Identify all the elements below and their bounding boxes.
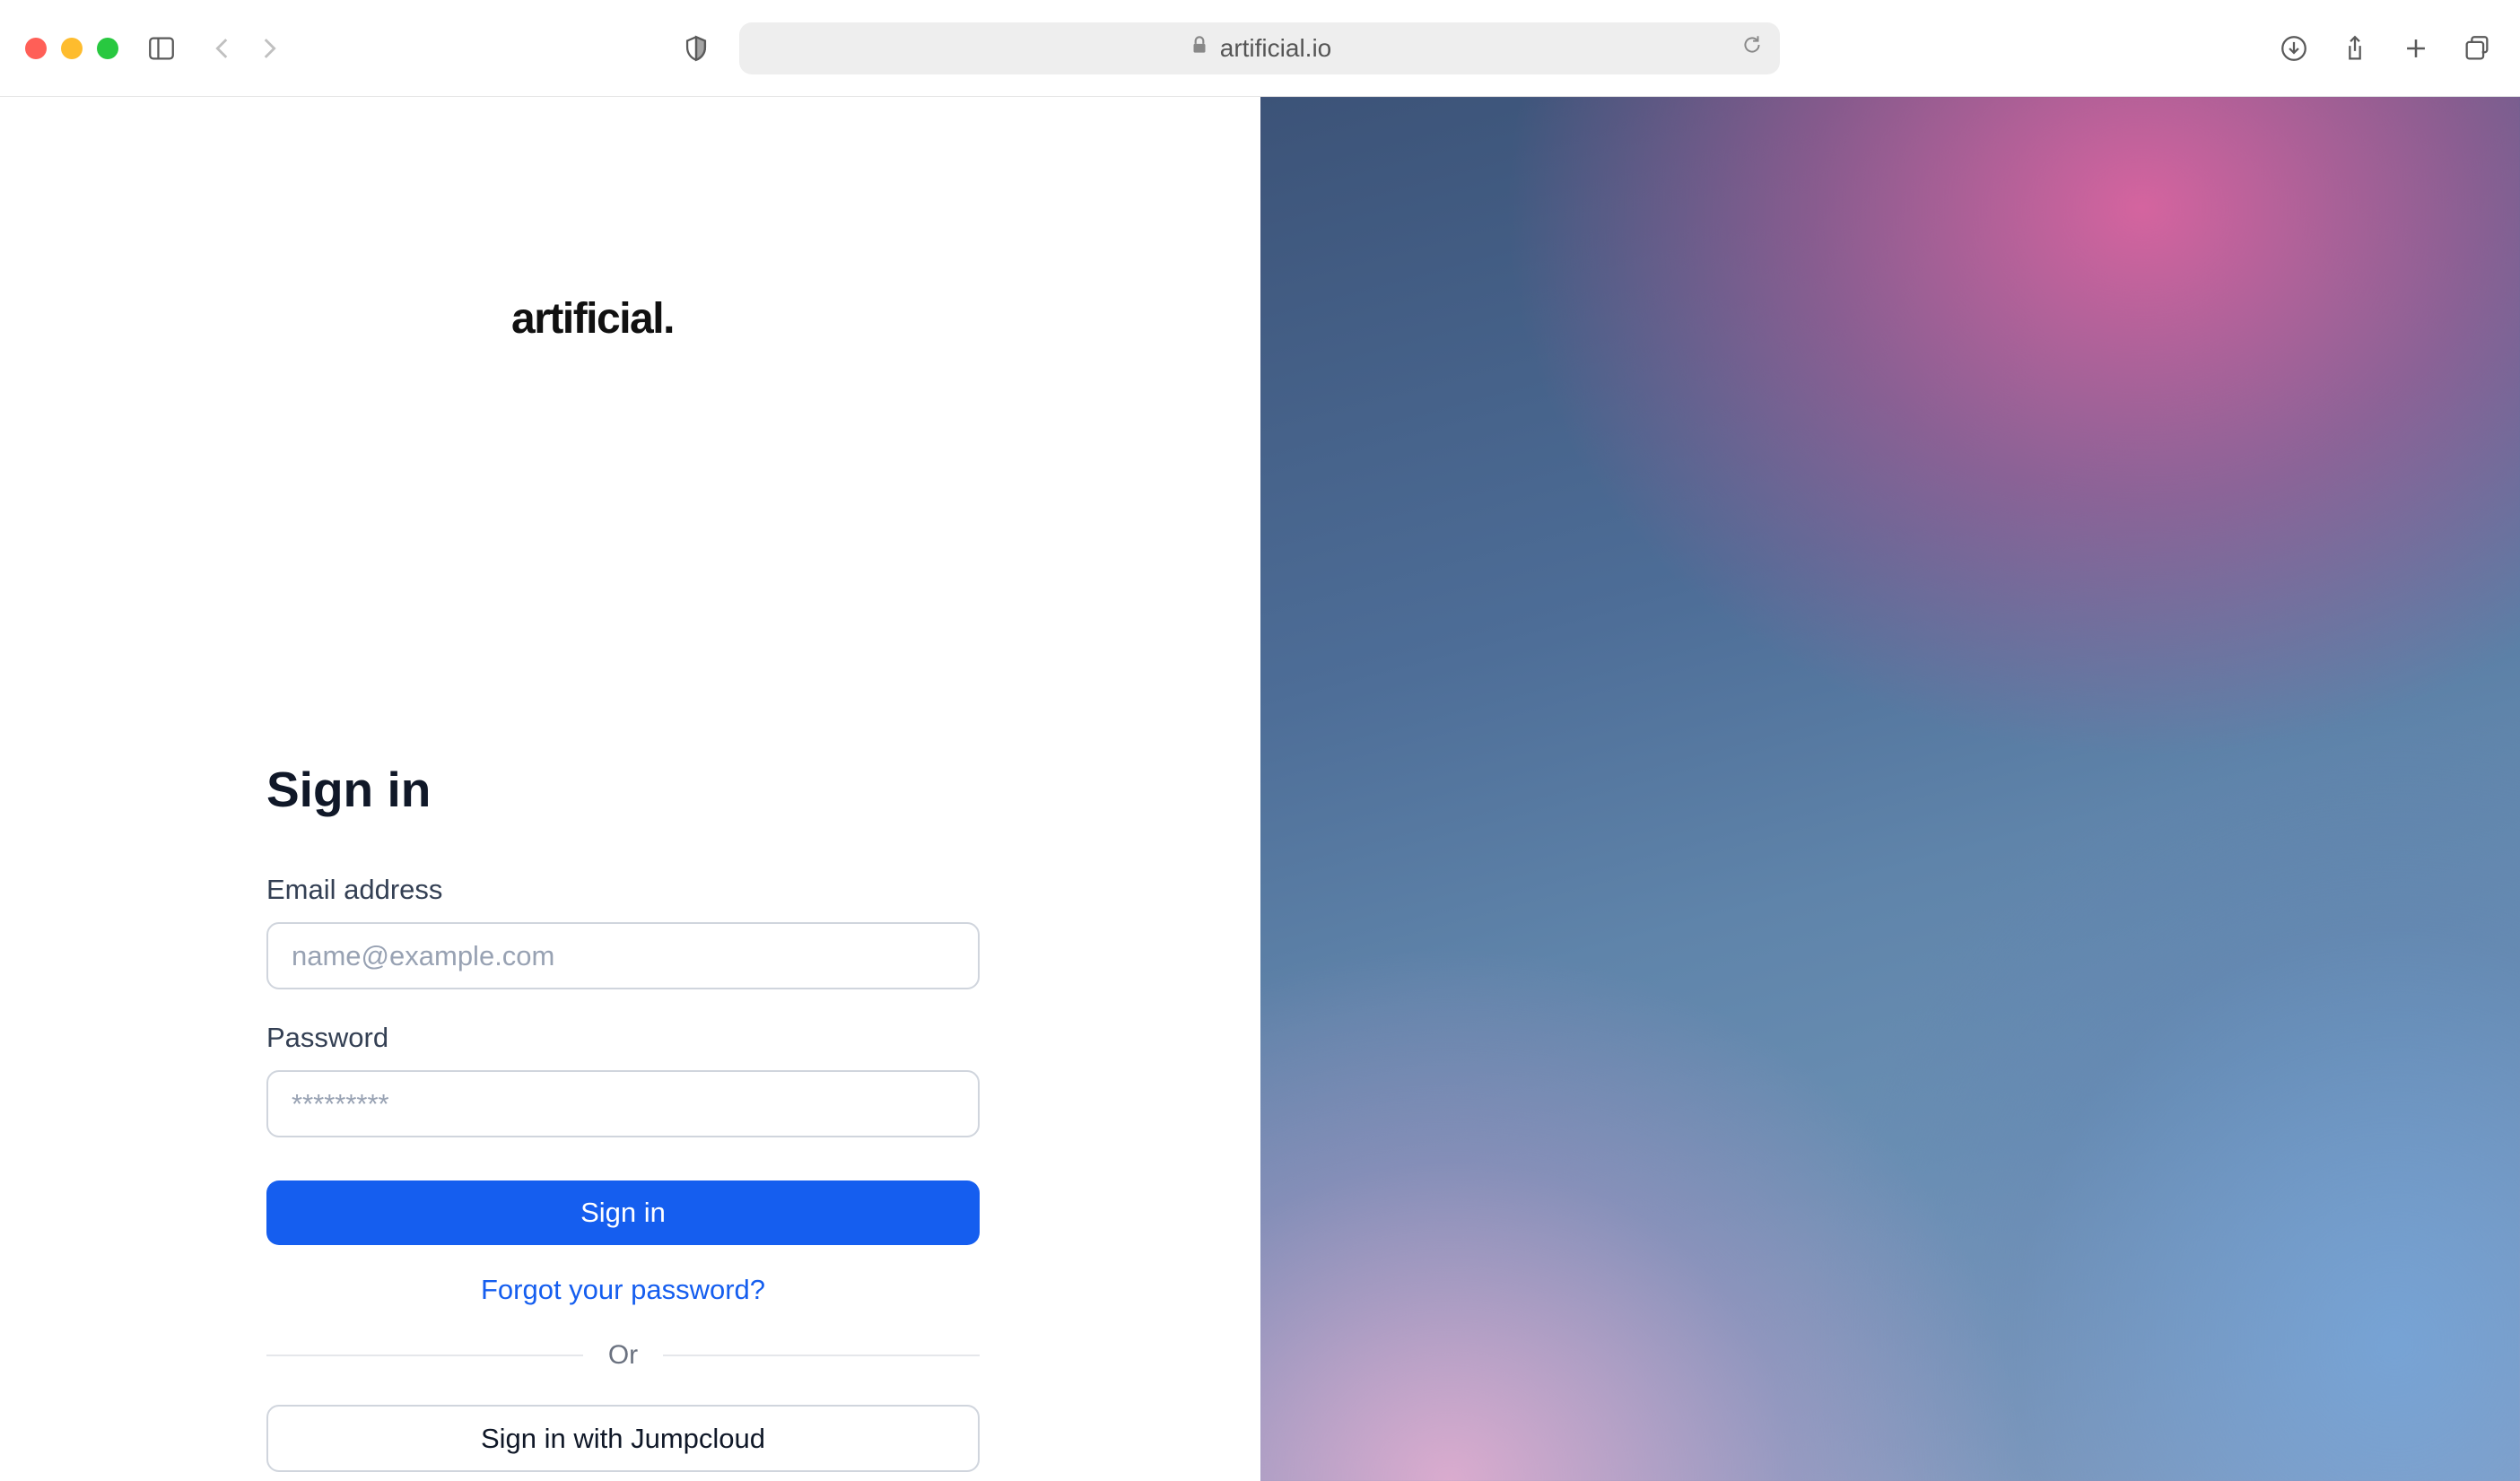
url-text: artificial.io [1220,34,1331,63]
chevron-right-icon [254,33,284,64]
brand-logo: artificial. [511,294,674,344]
maximize-window-button[interactable] [97,38,118,59]
signin-form: Sign in Email address Password Sign in F… [266,761,980,1472]
password-group: Password [266,1022,980,1137]
back-button[interactable] [205,30,240,66]
password-field[interactable] [266,1070,980,1137]
navigation-buttons [205,30,287,66]
forgot-password-link[interactable]: Forgot your password? [266,1274,980,1306]
share-button[interactable] [2337,30,2373,66]
hero-image-panel [1260,97,2520,1481]
divider-text: Or [608,1340,638,1371]
sidebar-icon [146,33,177,64]
email-group: Email address [266,874,980,989]
window-controls [25,38,118,59]
signin-button[interactable]: Sign in [266,1180,980,1245]
divider: Or [266,1340,980,1371]
shield-icon [681,33,711,64]
page-content: artificial. Sign in Email address Passwo… [0,97,2520,1481]
email-label: Email address [266,874,980,906]
tabs-overview-button[interactable] [2459,30,2495,66]
close-window-button[interactable] [25,38,47,59]
lock-icon [1188,33,1211,63]
new-tab-button[interactable] [2398,30,2434,66]
divider-line-left [266,1355,583,1356]
chevron-left-icon [207,33,238,64]
reload-button[interactable] [1740,33,1764,63]
address-bar[interactable]: artificial.io [739,22,1780,74]
toolbar-right-icons [2276,30,2495,66]
forward-button[interactable] [251,30,287,66]
tabs-icon [2462,33,2492,64]
browser-toolbar: artificial.io [0,0,2520,97]
sidebar-toggle-button[interactable] [144,30,179,66]
plus-icon [2401,33,2431,64]
password-label: Password [266,1022,980,1054]
divider-line-right [663,1355,980,1356]
share-icon [2340,33,2370,64]
minimize-window-button[interactable] [61,38,83,59]
reload-icon [1740,33,1764,57]
privacy-shield-button[interactable] [678,30,714,66]
sso-signin-button[interactable]: Sign in with Jumpcloud [266,1405,980,1472]
download-icon [2279,33,2309,64]
email-field[interactable] [266,922,980,989]
page-title: Sign in [266,761,980,818]
login-panel: artificial. Sign in Email address Passwo… [0,97,1260,1481]
downloads-button[interactable] [2276,30,2312,66]
